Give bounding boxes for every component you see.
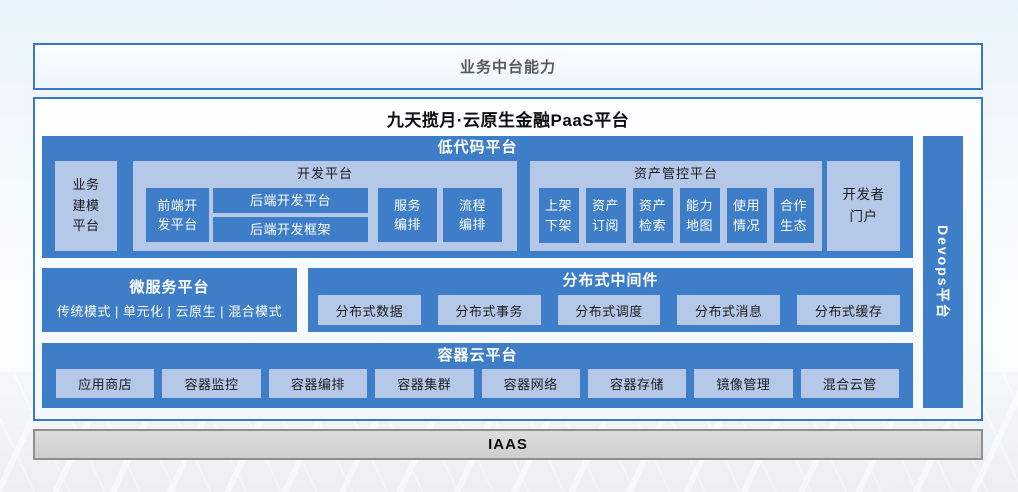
middleware-item: 分布式缓存 xyxy=(797,295,900,325)
business-middle-platform-banner: 业务中台能力 xyxy=(33,43,983,90)
container-item: 容器存储 xyxy=(588,369,686,398)
process-orchestration-box: 流程 编排 xyxy=(443,188,502,242)
container-item: 容器网络 xyxy=(482,369,580,398)
backend-dev-platform-box: 后端开发平台 xyxy=(213,188,368,213)
container-cloud-platform-title: 容器云平台 xyxy=(42,343,913,368)
asset-item: 上架 下架 xyxy=(539,188,579,243)
business-modeling-box: 业务 建模 平台 xyxy=(55,161,117,251)
dev-platform-title: 开发平台 xyxy=(133,161,517,186)
container-item: 容器集群 xyxy=(375,369,473,398)
paas-platform-container: 九天揽月·云原生金融PaaS平台 低代码平台 业务 建模 平台 开发平台 前端开… xyxy=(33,97,983,421)
middleware-item: 分布式消息 xyxy=(677,295,780,325)
service-orchestration-box: 服务 编排 xyxy=(378,188,437,242)
asset-item: 资产 检索 xyxy=(633,188,673,243)
middleware-items-row: 分布式数据 分布式事务 分布式调度 分布式消息 分布式缓存 xyxy=(318,295,900,325)
middleware-item: 分布式调度 xyxy=(558,295,661,325)
lowcode-platform-box: 低代码平台 业务 建模 平台 开发平台 前端开 发平台 后端开发平台 后端开发框… xyxy=(42,136,913,258)
container-item: 容器编排 xyxy=(269,369,367,398)
asset-control-platform-box: 资产管控平台 上架 下架 资产 订阅 资产 检索 能力 地图 使用 情况 合作 … xyxy=(530,161,822,251)
banner-label: 业务中台能力 xyxy=(460,56,556,77)
frontend-dev-box: 前端开 发平台 xyxy=(146,188,209,242)
middleware-item: 分布式数据 xyxy=(318,295,421,325)
asset-item: 能力 地图 xyxy=(680,188,720,243)
asset-items-row: 上架 下架 资产 订阅 资产 检索 能力 地图 使用 情况 合作 生态 xyxy=(530,188,822,243)
iaas-label: IAAS xyxy=(488,436,528,453)
architecture-diagram: { "banner": { "label": "业务中台能力" }, "plat… xyxy=(0,0,1018,492)
distributed-middleware-title: 分布式中间件 xyxy=(308,268,913,294)
middleware-item: 分布式事务 xyxy=(438,295,541,325)
devops-platform-column: Devops平台 xyxy=(923,136,963,408)
container-item: 镜像管理 xyxy=(694,369,792,398)
dev-platform-box: 开发平台 前端开 发平台 后端开发平台 后端开发框架 服务 编排 流程 编排 xyxy=(133,161,517,251)
container-item: 容器监控 xyxy=(162,369,260,398)
lowcode-platform-title: 低代码平台 xyxy=(42,136,913,160)
asset-item: 合作 生态 xyxy=(774,188,814,243)
iaas-bar: IAAS xyxy=(33,429,983,460)
microservice-modes: 传统模式 | 单元化 | 云原生 | 混合模式 xyxy=(42,301,297,320)
backend-dev-framework-box: 后端开发框架 xyxy=(213,217,368,242)
microservice-platform-title: 微服务平台 xyxy=(42,276,297,297)
container-item: 混合云管 xyxy=(801,369,899,398)
developer-portal-box: 开发者 门户 xyxy=(827,161,900,251)
distributed-middleware-box: 分布式中间件 分布式数据 分布式事务 分布式调度 分布式消息 分布式缓存 xyxy=(308,268,913,332)
asset-control-platform-title: 资产管控平台 xyxy=(530,161,822,186)
asset-item: 使用 情况 xyxy=(727,188,767,243)
container-cloud-platform-box: 容器云平台 应用商店 容器监控 容器编排 容器集群 容器网络 容器存储 镜像管理… xyxy=(42,343,913,408)
asset-item: 资产 订阅 xyxy=(586,188,626,243)
platform-title: 九天揽月·云原生金融PaaS平台 xyxy=(35,106,981,131)
container-item: 应用商店 xyxy=(56,369,154,398)
container-items-row: 应用商店 容器监控 容器编排 容器集群 容器网络 容器存储 镜像管理 混合云管 xyxy=(56,369,899,398)
microservice-platform-box: 微服务平台 传统模式 | 单元化 | 云原生 | 混合模式 xyxy=(42,268,297,332)
